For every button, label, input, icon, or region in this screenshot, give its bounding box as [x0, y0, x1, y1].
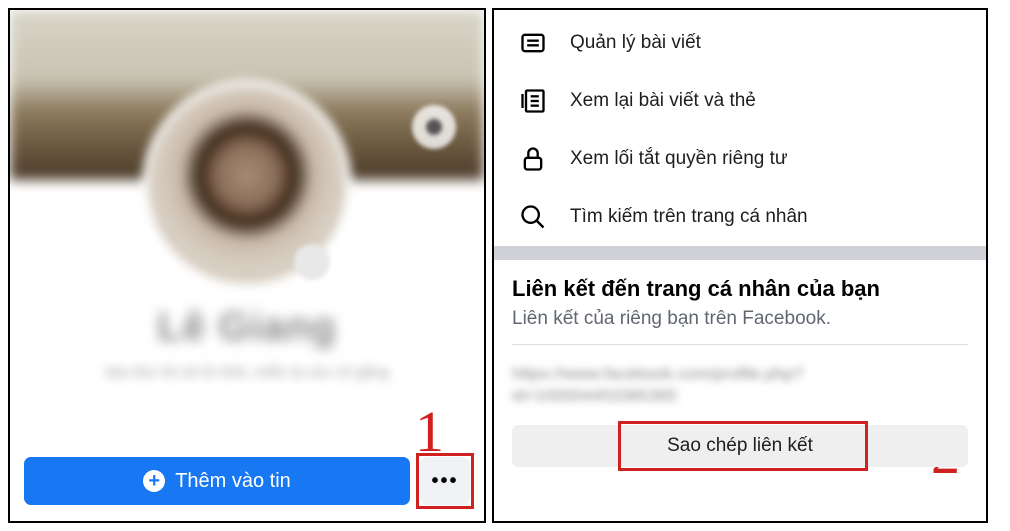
menu-item-label: Xem lại bài viết và thẻ [570, 90, 756, 112]
more-options-button[interactable]: ••• [420, 457, 470, 505]
copy-link-button[interactable]: Sao chép liên kết [512, 425, 968, 467]
cover-camera-button[interactable] [412, 105, 456, 149]
profile-link-title: Liên kết đến trang cá nhân của bạn [512, 276, 968, 302]
review-posts-icon [518, 86, 548, 116]
section-divider [494, 246, 986, 260]
profile-link-subtitle: Liên kết của riêng bạn trên Facebook. [512, 308, 968, 345]
ellipsis-icon: ••• [431, 470, 458, 493]
profile-link-url: https://www.facebook.com/profile.php?id=… [512, 345, 968, 413]
menu-item-label: Quản lý bài viết [570, 32, 701, 54]
menu-item-search-profile[interactable]: Tìm kiếm trên trang cá nhân [494, 188, 986, 246]
settings-panel: Quản lý bài viết Xem lại bài viết và thẻ… [492, 8, 988, 523]
menu-item-manage-posts[interactable]: Quản lý bài viết [494, 14, 986, 72]
avatar-wrap [142, 80, 352, 290]
menu-item-label: Xem lối tắt quyền riêng tư [570, 148, 788, 170]
menu-item-label: Tìm kiếm trên trang cá nhân [570, 206, 808, 228]
manage-posts-icon [518, 28, 548, 58]
profile-link-section: Liên kết đến trang cá nhân của bạn Liên … [494, 260, 986, 413]
copy-link-label: Sao chép liên kết [667, 435, 813, 457]
step-marker-1: 1 [415, 398, 444, 465]
lock-icon [518, 144, 548, 174]
profile-bio: Mọi thứ rồi sẽ ổn thôi, miễn là còn cố g… [10, 362, 484, 385]
profile-panel: Lê Giang Mọi thứ rồi sẽ ổn thôi, miễn là… [8, 8, 486, 523]
profile-name: Lê Giang [10, 305, 484, 350]
avatar-camera-button[interactable] [294, 244, 330, 280]
settings-menu: Quản lý bài viết Xem lại bài viết và thẻ… [494, 10, 986, 246]
menu-item-review-posts[interactable]: Xem lại bài viết và thẻ [494, 72, 986, 130]
menu-item-privacy-shortcut[interactable]: Xem lối tắt quyền riêng tư [494, 130, 986, 188]
search-icon [518, 202, 548, 232]
plus-icon: + [143, 470, 165, 492]
add-to-story-button[interactable]: + Thêm vào tin [24, 457, 410, 505]
add-to-story-label: Thêm vào tin [175, 470, 291, 493]
